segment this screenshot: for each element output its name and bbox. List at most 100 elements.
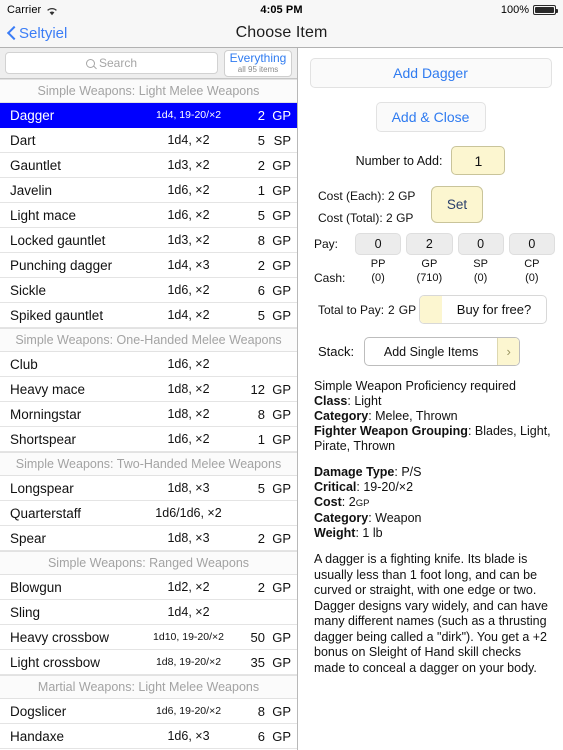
list-section-header: Martial Weapons: Light Melee Weapons xyxy=(0,675,297,699)
stack-mode-value: Add Single Items xyxy=(383,344,479,359)
item-damage: 1d3, ×2 xyxy=(167,233,210,247)
cost-label: Cost xyxy=(314,495,342,509)
item-name: Spiked gauntlet xyxy=(10,307,104,323)
number-to-add-label: Number to Add: xyxy=(355,153,443,168)
item-name: Heavy mace xyxy=(10,381,86,397)
chevron-right-icon: › xyxy=(497,338,520,365)
table-row[interactable]: Dagger 1d4, 19-20/×2 2 GP xyxy=(0,103,297,128)
table-row[interactable]: Blowgun 1d2, ×2 2 GP xyxy=(0,575,297,600)
item-name: Dogslicer xyxy=(10,703,67,719)
category2-label: Category xyxy=(314,511,369,525)
item-price-currency: GP xyxy=(272,654,291,670)
item-list-pane: Search Everything all 95 items Simple We… xyxy=(0,48,298,750)
item-damage: 1d8, ×2 xyxy=(167,407,210,421)
item-damage: 1d10, 19-20/×2 xyxy=(153,631,224,643)
pay-row: Pay: 0 2 0 0 xyxy=(314,233,555,255)
number-to-add-field[interactable]: 1 xyxy=(451,146,506,175)
item-price-amount: 5 xyxy=(257,480,265,496)
pay-field-cp[interactable]: 0 xyxy=(508,233,555,255)
table-row[interactable]: Club 1d6, ×2 xyxy=(0,352,297,377)
item-price-amount: 8 xyxy=(257,406,265,422)
add-item-button[interactable]: Add Dagger xyxy=(309,58,552,88)
stack-label: Stack: xyxy=(318,344,355,359)
item-price-amount: 5 xyxy=(257,207,265,223)
pay-field-sp[interactable]: 0 xyxy=(457,233,504,255)
table-row[interactable]: Javelin 1d6, ×2 1 GP xyxy=(0,178,297,203)
item-list[interactable]: Simple Weapons: Light Melee Weapons Dagge… xyxy=(0,79,297,750)
pay-field-pp[interactable]: 0 xyxy=(355,233,402,255)
stack-mode-button[interactable]: Add Single Items › xyxy=(364,337,521,366)
item-price-amount: 2 xyxy=(257,157,265,173)
table-row[interactable]: Shortspear 1d6, ×2 1 GP xyxy=(0,427,297,452)
table-row[interactable]: Handaxe 1d6, ×3 6 GP xyxy=(0,724,297,749)
item-price-amount: 6 xyxy=(257,728,265,744)
item-price-amount: 12 xyxy=(250,381,265,397)
filter-everything-button[interactable]: Everything all 95 items xyxy=(224,49,292,77)
add-and-close-button[interactable]: Add & Close xyxy=(375,102,486,132)
category1-label: Category xyxy=(314,409,369,423)
table-row[interactable]: Morningstar 1d8, ×2 8 GP xyxy=(0,402,297,427)
cost-currency: GP xyxy=(355,498,370,509)
item-damage: 1d6, ×3 xyxy=(167,729,210,743)
search-input[interactable]: Search xyxy=(5,52,218,74)
table-row[interactable]: Punching dagger 1d4, ×3 2 GP xyxy=(0,253,297,278)
buy-for-free-toggle[interactable]: Buy for free? xyxy=(419,295,547,324)
search-bar: Search Everything all 95 items xyxy=(0,48,297,79)
weight-line: Weight: 1 lb xyxy=(314,526,383,540)
content-split: Search Everything all 95 items Simple We… xyxy=(0,48,563,750)
table-row[interactable]: Sling 1d4, ×2 xyxy=(0,600,297,625)
item-price-amount: 5 xyxy=(257,132,265,148)
class-label: Class xyxy=(314,394,348,408)
item-price-amount: 1 xyxy=(257,431,265,447)
payment-grid: Pay: 0 2 0 0 . PP GP SP CP Cash: (0) (71… xyxy=(306,233,555,285)
item-price-amount: 2 xyxy=(257,107,265,123)
item-price-currency: GP xyxy=(272,431,291,447)
cost-line: Cost: 2GP xyxy=(314,495,370,509)
table-row[interactable]: Sickle 1d6, ×2 6 GP xyxy=(0,278,297,303)
item-name: Javelin xyxy=(10,182,53,198)
item-name: Shortspear xyxy=(10,431,77,447)
currency-label-gp: GP xyxy=(421,258,438,270)
item-price-currency: GP xyxy=(272,232,291,248)
item-name: Morningstar xyxy=(10,406,82,422)
table-row[interactable]: Light mace 1d6, ×2 5 GP xyxy=(0,203,297,228)
category2-value: Weapon xyxy=(375,511,422,525)
item-damage: 1d8, ×2 xyxy=(167,382,210,396)
item-name: Quarterstaff xyxy=(10,505,82,521)
item-name: Sling xyxy=(10,604,41,620)
item-damage: 1d6/1d6, ×2 xyxy=(155,506,222,520)
table-row[interactable]: Light crossbow 1d8, 19-20/×2 35 GP xyxy=(0,650,297,675)
table-row[interactable]: Quarterstaff 1d6/1d6, ×2 xyxy=(0,501,297,526)
table-row[interactable]: Dart 1d4, ×2 5 SP xyxy=(0,128,297,153)
table-row[interactable]: Gauntlet 1d3, ×2 2 GP xyxy=(0,153,297,178)
currency-label-sp: SP xyxy=(473,258,488,270)
item-price-currency: GP xyxy=(272,182,291,198)
table-row[interactable]: Locked gauntlet 1d3, ×2 8 GP xyxy=(0,228,297,253)
fighter-grouping-line: Fighter Weapon Grouping: Blades, Light, … xyxy=(314,424,551,453)
cost-block: Cost (Each): 2 GP Cost (Total): 2 GP Set xyxy=(306,186,555,225)
clock-label: 4:05 PM xyxy=(260,3,303,16)
weight-label: Weight xyxy=(314,526,356,540)
item-name: Longspear xyxy=(10,480,74,496)
item-price-currency: GP xyxy=(272,579,291,595)
list-section-header: Simple Weapons: Ranged Weapons xyxy=(0,551,297,575)
set-button[interactable]: Set xyxy=(431,186,483,223)
table-row[interactable]: Spiked gauntlet 1d4, ×2 5 GP xyxy=(0,303,297,328)
table-row[interactable]: Spear 1d8, ×3 2 GP xyxy=(0,526,297,551)
status-bar-right: 100% xyxy=(501,4,558,16)
critical-label: Critical xyxy=(314,480,357,494)
item-detail-pane: Add Dagger Add & Close Number to Add: 1 … xyxy=(298,48,563,750)
table-row[interactable]: Heavy mace 1d8, ×2 12 GP xyxy=(0,377,297,402)
table-row[interactable]: Heavy crossbow 1d10, 19-20/×2 50 GP xyxy=(0,625,297,650)
item-name: Blowgun xyxy=(10,579,62,595)
item-damage: 1d8, ×3 xyxy=(167,531,210,545)
item-price-amount: 1 xyxy=(257,182,265,198)
currency-header-row: . PP GP SP CP xyxy=(314,257,555,271)
damage-type-label: Damage Type xyxy=(314,465,395,479)
pay-field-gp[interactable]: 2 xyxy=(406,233,453,255)
item-price-currency: GP xyxy=(272,480,291,496)
table-row[interactable]: Dogslicer 1d6, 19-20/×2 8 GP xyxy=(0,699,297,724)
table-row[interactable]: Longspear 1d8, ×3 5 GP xyxy=(0,476,297,501)
list-section-header: Simple Weapons: Two-Handed Melee Weapons xyxy=(0,452,297,476)
class-value: Light xyxy=(354,394,382,408)
